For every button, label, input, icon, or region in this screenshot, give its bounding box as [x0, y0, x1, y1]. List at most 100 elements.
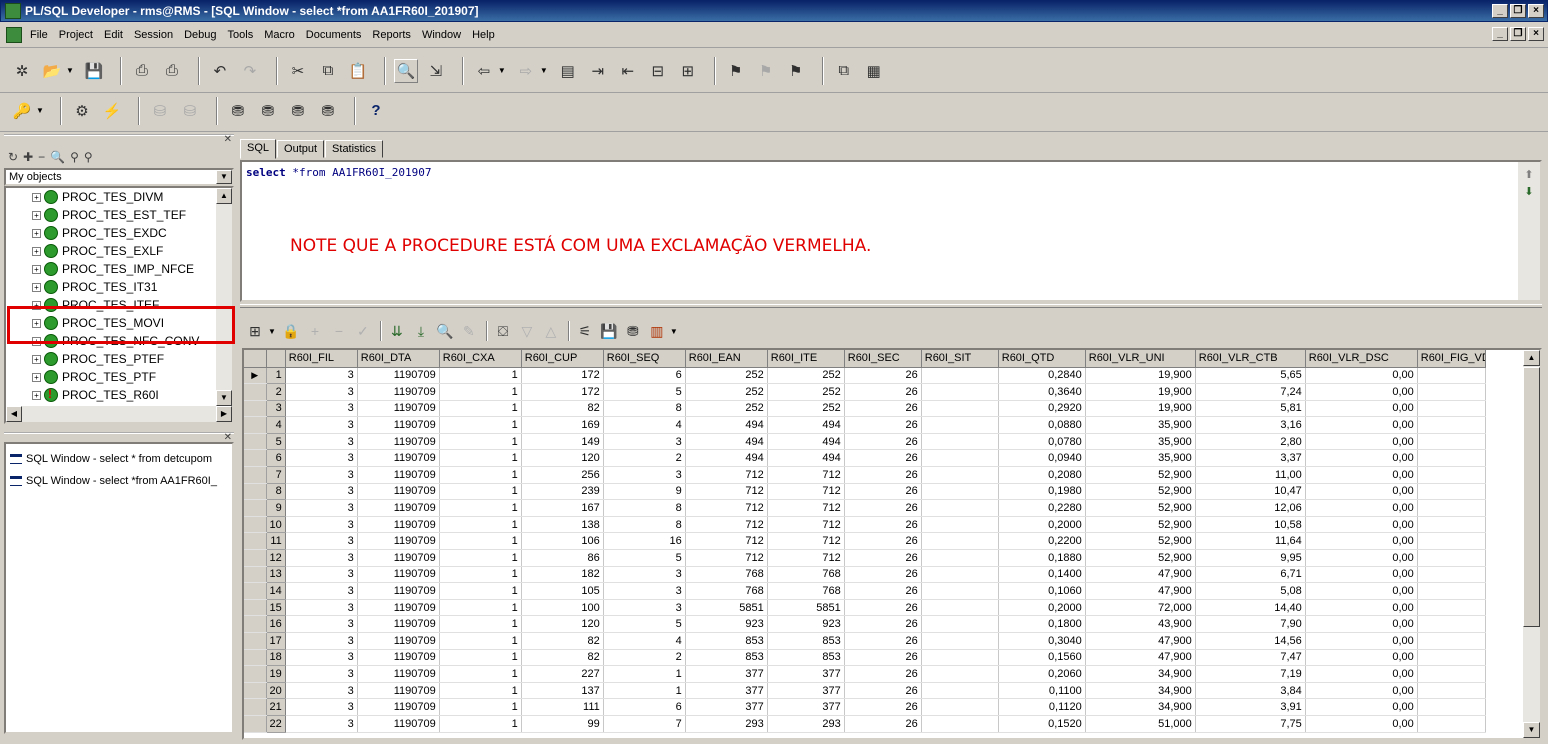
table-cell[interactable]: 1190709	[357, 698, 440, 716]
table-cell[interactable]: 3	[285, 698, 358, 716]
table-cell[interactable]: 1190709	[357, 466, 440, 484]
table-cell[interactable]: 1190709	[357, 449, 440, 468]
explain-icon[interactable]: ⚑	[724, 59, 748, 83]
table-cell[interactable]: 11,64	[1195, 532, 1306, 551]
pane-splitter[interactable]	[240, 304, 1542, 308]
table-cell[interactable]: 252	[685, 367, 768, 385]
table-cell[interactable]: 3	[603, 566, 686, 584]
table-cell[interactable]: 5851	[767, 599, 845, 617]
table-cell[interactable]: 3	[285, 632, 358, 650]
table-cell[interactable]: 1	[439, 532, 522, 551]
table-cell[interactable]: 0,2200	[998, 532, 1086, 551]
table-cell[interactable]	[1417, 367, 1486, 385]
table-cell[interactable]: 10,47	[1195, 483, 1306, 501]
table-cell[interactable]: 106	[521, 532, 604, 551]
cut-icon[interactable]: ✂	[286, 59, 310, 83]
table-cell[interactable]: 0,00	[1305, 433, 1418, 451]
table-cell[interactable]	[921, 649, 999, 667]
table-cell[interactable]: 377	[767, 698, 845, 716]
table-cell[interactable]: 1	[439, 599, 522, 617]
table-cell[interactable]: 172	[521, 367, 604, 385]
table-cell[interactable]: 52,900	[1085, 516, 1196, 534]
new-icon[interactable]: ✲	[10, 59, 34, 83]
table-cell[interactable]: 1	[439, 615, 522, 633]
table-cell[interactable]: 494	[685, 433, 768, 451]
column-header[interactable]: R60I_SEC	[844, 350, 922, 368]
table-cell[interactable]: 7,47	[1195, 649, 1306, 667]
trace-icon[interactable]: ⚑	[784, 59, 808, 83]
table-cell[interactable]	[921, 698, 999, 716]
table-cell[interactable]: 3	[285, 400, 358, 418]
table-cell[interactable]: 1	[439, 449, 522, 468]
previous-page-icon[interactable]: △	[540, 320, 562, 342]
table-cell[interactable]: 19,900	[1085, 383, 1196, 401]
column-header[interactable]: R60I_VLR_CTB	[1195, 350, 1306, 368]
column-header[interactable]: R60I_CUP	[521, 350, 604, 368]
table-cell[interactable]: 3,84	[1195, 682, 1306, 700]
table-cell[interactable]: 9,95	[1195, 549, 1306, 567]
table-cell[interactable]: 26	[844, 715, 922, 733]
single-record-view-icon[interactable]: ⚟	[574, 320, 596, 342]
table-cell[interactable]: 7	[603, 715, 686, 733]
table-cell[interactable]: 26	[844, 466, 922, 484]
table-cell[interactable]: 6,71	[1195, 566, 1306, 584]
table-cell[interactable]: 3	[603, 582, 686, 600]
table-cell[interactable]: 0,2840	[998, 367, 1086, 385]
tree-item[interactable]: + PROC_TES_PTF	[6, 368, 216, 386]
table-cell[interactable]: 3	[285, 516, 358, 534]
table-cell[interactable]: 0,0780	[998, 433, 1086, 451]
print-preview-icon[interactable]: ⎙	[160, 59, 184, 83]
refresh-icon[interactable]: ↻	[8, 150, 18, 164]
expand-icon[interactable]: +	[32, 192, 41, 202]
grid-dropdown-icon[interactable]: ▼	[268, 327, 276, 336]
break-icon[interactable]: ⚡	[100, 99, 124, 123]
table-cell[interactable]: 26	[844, 566, 922, 584]
table-cell[interactable]: 16	[603, 532, 686, 551]
table-cell[interactable]: 712	[767, 549, 845, 567]
tree-item[interactable]: +PROC_TUB_LISTICO	[6, 422, 216, 424]
row-number[interactable]: 13	[266, 566, 286, 584]
table-row[interactable]: 6 3 1190709 1 120 2 494 494 26 0,0940 35,900 3,37 0,…	[244, 449, 1486, 468]
table-cell[interactable]: 0,00	[1305, 516, 1418, 534]
table-cell[interactable]	[921, 466, 999, 484]
table-cell[interactable]: 3	[285, 532, 358, 551]
table-cell[interactable]: 252	[767, 400, 845, 418]
table-cell[interactable]	[921, 549, 999, 567]
table-cell[interactable]: 1190709	[357, 715, 440, 733]
table-cell[interactable]	[1417, 416, 1486, 434]
row-number[interactable]: 8	[266, 483, 286, 501]
table-cell[interactable]: 0,0880	[998, 416, 1086, 434]
redo-icon[interactable]: ↷	[238, 59, 262, 83]
table-cell[interactable]: 3	[285, 367, 358, 385]
table-cell[interactable]: 100	[521, 599, 604, 617]
tree-hscrollbar[interactable]: ◀ ▶	[6, 406, 232, 422]
table-cell[interactable]: 8	[603, 516, 686, 534]
help-icon[interactable]: ?	[364, 99, 388, 123]
row-number[interactable]: 3	[266, 400, 286, 418]
table-cell[interactable]: 0,3040	[998, 632, 1086, 650]
table-cell[interactable]: 172	[521, 383, 604, 401]
table-cell[interactable]: 0,00	[1305, 615, 1418, 633]
table-cell[interactable]: 712	[685, 466, 768, 484]
table-cell[interactable]: 7,75	[1195, 715, 1306, 733]
table-cell[interactable]: 182	[521, 566, 604, 584]
table-cell[interactable]: 5	[603, 549, 686, 567]
table-cell[interactable]	[1417, 599, 1486, 617]
table-cell[interactable]: 0,00	[1305, 483, 1418, 501]
table-cell[interactable]: 256	[521, 466, 604, 484]
window-list-item[interactable]: SQL Window - select * from detcupom	[6, 448, 232, 470]
table-cell[interactable]: 0,1120	[998, 698, 1086, 716]
table-cell[interactable]	[1417, 466, 1486, 484]
table-cell[interactable]: 52,900	[1085, 499, 1196, 517]
tab-output[interactable]: Output	[277, 140, 325, 158]
table-cell[interactable]: 1190709	[357, 566, 440, 584]
table-cell[interactable]: 26	[844, 483, 922, 501]
table-cell[interactable]	[921, 682, 999, 700]
row-number[interactable]: 7	[266, 466, 286, 484]
row-number[interactable]: 2	[266, 383, 286, 401]
db-sql-icon[interactable]: ⛃	[256, 99, 280, 123]
table-cell[interactable]: 0,00	[1305, 698, 1418, 716]
menu-debug[interactable]: Debug	[184, 29, 216, 41]
table-cell[interactable]: 0,2000	[998, 516, 1086, 534]
column-header[interactable]: R60I_SIT	[921, 350, 999, 368]
